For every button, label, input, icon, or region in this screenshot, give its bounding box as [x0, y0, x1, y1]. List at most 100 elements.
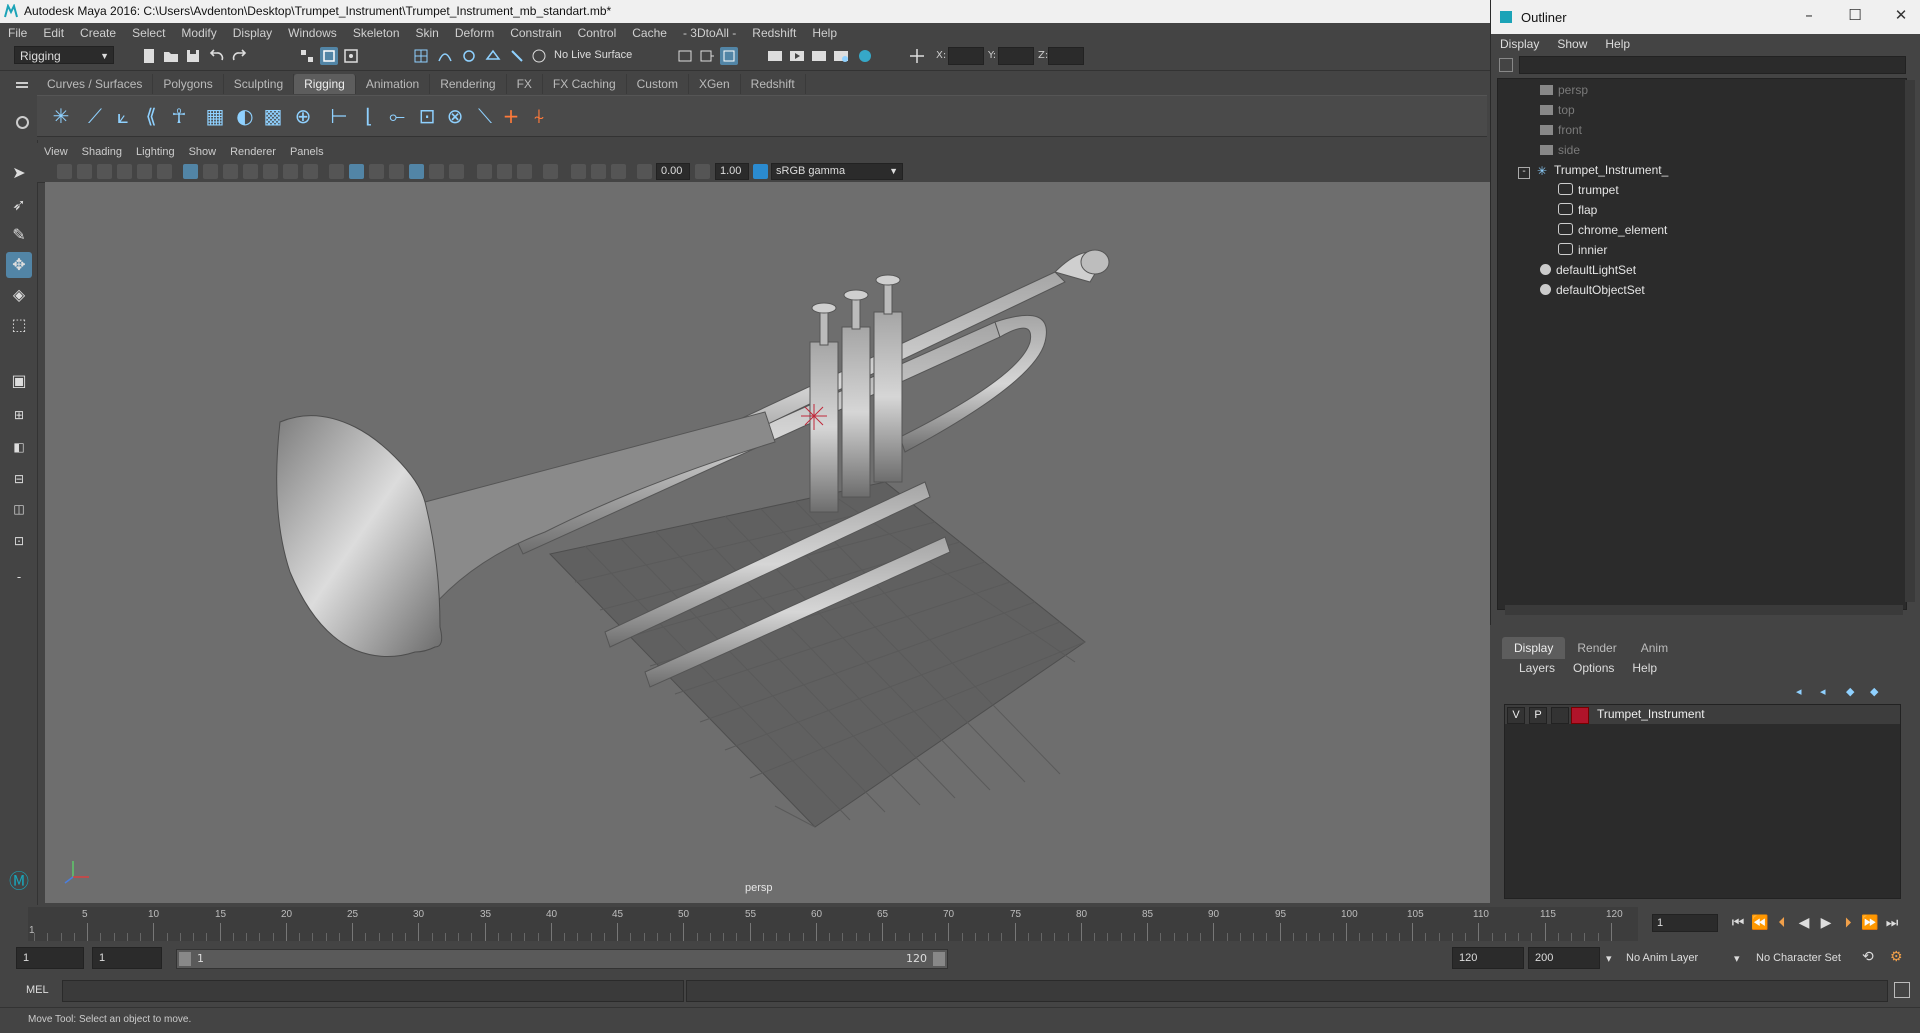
- film-gate-icon[interactable]: [203, 164, 218, 179]
- side-by-side-layout-icon[interactable]: ◧: [6, 434, 32, 460]
- grid-toggle-icon[interactable]: [183, 164, 198, 179]
- isolate-select-icon[interactable]: [543, 164, 558, 179]
- vp-menu-panels[interactable]: Panels: [283, 146, 331, 158]
- playback-start-field[interactable]: 1: [92, 947, 162, 969]
- collapse-toolbox-icon[interactable]: -: [6, 564, 32, 590]
- mel-label[interactable]: MEL: [26, 984, 49, 996]
- menu-select[interactable]: Select: [124, 26, 173, 40]
- resolution-gate-icon[interactable]: [223, 164, 238, 179]
- select-tool-icon[interactable]: ➤: [6, 160, 32, 186]
- save-scene-icon[interactable]: [184, 47, 202, 65]
- select-object-icon[interactable]: [320, 47, 338, 65]
- snap-grid-icon[interactable]: [412, 47, 430, 65]
- z-field[interactable]: [1048, 47, 1084, 65]
- persp-graph-layout-icon[interactable]: ⊟: [6, 466, 32, 492]
- gamma-field[interactable]: 1.00: [715, 163, 749, 180]
- shelf-tab-polygons[interactable]: Polygons: [153, 74, 224, 94]
- menu-file[interactable]: File: [0, 26, 35, 40]
- snap-live-icon[interactable]: [508, 47, 526, 65]
- minimize-icon[interactable]: –: [1797, 6, 1821, 24]
- ipr-render-icon[interactable]: [810, 47, 828, 65]
- aim-constraint-icon[interactable]: ⌊: [355, 102, 383, 130]
- collapse-icon[interactable]: -: [1518, 167, 1530, 179]
- paint-select-tool-icon[interactable]: ✎: [6, 222, 32, 248]
- vp-menu-view[interactable]: View: [37, 146, 75, 158]
- shelf-menu-icon[interactable]: [16, 82, 28, 84]
- layer-menu-help[interactable]: Help: [1623, 661, 1666, 675]
- character-set-dropdown[interactable]: No Character Set: [1756, 952, 1841, 964]
- grease-pencil-icon[interactable]: [157, 164, 172, 179]
- menu-skeleton[interactable]: Skeleton: [345, 26, 408, 40]
- outliner-item-trumpet[interactable]: trumpet: [1558, 181, 1619, 199]
- parent-constraint-icon[interactable]: ⊗: [441, 102, 469, 130]
- default-material-icon[interactable]: [369, 164, 384, 179]
- new-scene-icon[interactable]: [140, 47, 158, 65]
- render-view-icon[interactable]: [766, 47, 784, 65]
- select-hierarchy-icon[interactable]: [298, 47, 316, 65]
- outliner-item-front[interactable]: front: [1540, 121, 1582, 139]
- 2d-pan-zoom-icon[interactable]: [137, 164, 152, 179]
- layer-tab-display[interactable]: Display: [1502, 637, 1566, 659]
- shelf-tab-redshift[interactable]: Redshift: [741, 74, 806, 94]
- menu-windows[interactable]: Windows: [280, 26, 345, 40]
- move-layer-down-icon[interactable]: ◂: [1820, 685, 1826, 698]
- move-tool-icon[interactable]: ✥: [6, 252, 32, 278]
- script-editor-icon[interactable]: [1894, 982, 1910, 998]
- close-icon[interactable]: ✕: [1889, 6, 1913, 24]
- shelf-tab-sculpting[interactable]: Sculpting: [224, 74, 295, 94]
- safe-action-icon[interactable]: [283, 164, 298, 179]
- layer-tab-anim[interactable]: Anim: [1629, 637, 1680, 659]
- perspective-viewport[interactable]: persp: [45, 182, 1490, 903]
- layer-menu-layers[interactable]: Layers: [1510, 661, 1564, 675]
- range-start-handle[interactable]: [179, 952, 191, 966]
- render-current-icon[interactable]: [788, 47, 806, 65]
- outliner-item-persp[interactable]: persp: [1540, 81, 1588, 99]
- open-scene-icon[interactable]: [162, 47, 180, 65]
- outliner-item-innier[interactable]: innier: [1558, 241, 1607, 259]
- menu-control[interactable]: Control: [570, 26, 625, 40]
- locator-icon[interactable]: +: [497, 102, 525, 130]
- pole-vector-icon[interactable]: ⟍: [471, 102, 499, 130]
- new-layer-icon[interactable]: ◆: [1870, 685, 1878, 698]
- lattice-icon[interactable]: ▩: [259, 102, 287, 130]
- rig-control-icon[interactable]: ⍭: [525, 102, 553, 130]
- menu-3dtoall[interactable]: - 3DtoAll -: [675, 26, 744, 40]
- shelf-settings-gear-icon[interactable]: [16, 116, 29, 129]
- rotate-tool-icon[interactable]: ◈: [6, 282, 32, 308]
- bind-skin-icon[interactable]: ▦: [201, 102, 229, 130]
- construction-history-icon[interactable]: [720, 47, 738, 65]
- menu-redshift[interactable]: Redshift: [744, 26, 804, 40]
- menu-modify[interactable]: Modify: [173, 26, 224, 40]
- go-to-start-icon[interactable]: ⏮: [1728, 915, 1748, 931]
- animation-end-field[interactable]: 200: [1528, 947, 1600, 969]
- wireframe-icon[interactable]: [329, 164, 344, 179]
- shelf-tab-xgen[interactable]: XGen: [689, 74, 741, 94]
- outliner-filter-icon[interactable]: [1499, 58, 1513, 72]
- ik-spline-icon[interactable]: ⟀: [109, 102, 137, 130]
- anim-preferences-icon[interactable]: ⚙: [1890, 948, 1903, 965]
- time-ruler[interactable]: 1 5 10 15 20 25 30 35 40 45 50 55 60 65 70 75 80 85 90 95 10…: [28, 907, 1638, 941]
- command-input[interactable]: [62, 980, 684, 1002]
- outliner-item-flap[interactable]: flap: [1558, 201, 1597, 219]
- use-all-lights-icon[interactable]: [429, 164, 444, 179]
- transform-constraint-icon[interactable]: [908, 47, 926, 65]
- shadows-icon[interactable]: [449, 164, 464, 179]
- shelf-tab-curves-surfaces[interactable]: Curves / Surfaces: [37, 74, 154, 94]
- outliner-persp-layout-icon[interactable]: ⊡: [6, 528, 32, 554]
- vp-menu-renderer[interactable]: Renderer: [223, 146, 283, 158]
- layer-display-type-toggle[interactable]: [1551, 707, 1569, 724]
- y-field[interactable]: [998, 47, 1034, 65]
- animation-start-field[interactable]: 1: [16, 947, 84, 969]
- paint-weights-icon[interactable]: ◐: [231, 102, 259, 130]
- maximize-icon[interactable]: ☐: [1843, 6, 1867, 24]
- outliner-item-chrome-element[interactable]: chrome_element: [1558, 221, 1667, 239]
- screen-space-ao-icon[interactable]: [477, 164, 492, 179]
- new-layer-selected-icon[interactable]: ◆: [1846, 685, 1854, 698]
- image-plane-icon[interactable]: [117, 164, 132, 179]
- textured-icon[interactable]: [409, 164, 424, 179]
- orient-constraint-icon[interactable]: ⟜: [383, 102, 411, 130]
- cluster-icon[interactable]: ⊕: [289, 102, 317, 130]
- create-joint-icon[interactable]: ✳: [47, 102, 75, 130]
- input-ops-icon[interactable]: [676, 47, 694, 65]
- outliner-vertical-scrollbar[interactable]: [1905, 80, 1915, 602]
